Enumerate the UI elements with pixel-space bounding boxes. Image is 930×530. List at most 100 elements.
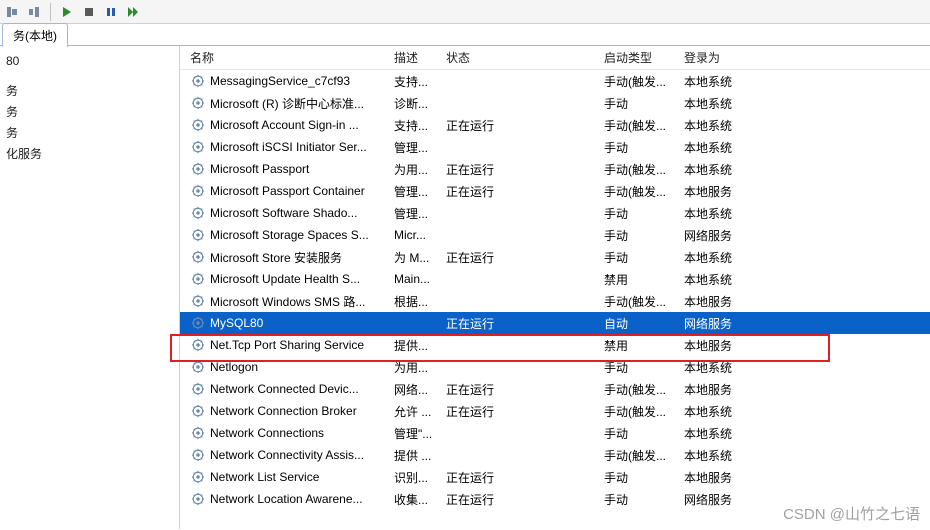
cell-logon: 本地系统 — [684, 161, 774, 178]
cell-startup: 手动(触发... — [604, 403, 684, 420]
cell-name: Microsoft Storage Spaces S... — [210, 228, 394, 242]
content-panel: 名称 描述 状态 启动类型 登录为 MessagingService_c7cf9… — [180, 46, 930, 529]
service-row[interactable]: Network Connected Devic...网络...正在运行手动(触发… — [180, 378, 930, 400]
cell-logon: 本地系统 — [684, 359, 774, 376]
cell-desc: 允许 ... — [394, 403, 446, 420]
cell-startup: 自动 — [604, 315, 684, 332]
gear-icon — [190, 315, 206, 331]
sidebar: 80 务 务 务 化服务 — [0, 46, 180, 529]
cell-state: 正在运行 — [446, 161, 604, 178]
cell-desc: 为用... — [394, 161, 446, 178]
cell-logon: 本地系统 — [684, 139, 774, 156]
toolbar-btn-2[interactable] — [26, 4, 42, 20]
cell-startup: 手动 — [604, 469, 684, 486]
cell-desc: 管理... — [394, 205, 446, 222]
cell-name: Network List Service — [210, 470, 394, 484]
cell-desc: 提供 ... — [394, 447, 446, 464]
cell-logon: 本地服务 — [684, 183, 774, 200]
sidebar-header: 80 — [2, 50, 179, 72]
cell-state: 正在运行 — [446, 117, 604, 134]
cell-logon: 网络服务 — [684, 227, 774, 244]
cell-startup: 手动 — [604, 491, 684, 508]
stop-icon[interactable] — [81, 4, 97, 20]
service-row[interactable]: Microsoft Passport为用...正在运行手动(触发...本地系统 — [180, 158, 930, 180]
cell-logon: 网络服务 — [684, 491, 774, 508]
gear-icon — [190, 117, 206, 133]
cell-desc: 诊断... — [394, 95, 446, 112]
main-area: 80 务 务 务 化服务 名称 描述 状态 启动类型 登录为 Messaging… — [0, 46, 930, 529]
cell-name: Network Connected Devic... — [210, 382, 394, 396]
sidebar-item-2[interactable]: 务 — [2, 122, 179, 143]
cell-state: 正在运行 — [446, 381, 604, 398]
service-row[interactable]: Network Connections管理"... 手动本地系统 — [180, 422, 930, 444]
service-row[interactable]: Microsoft Store 安装服务为 M...正在运行手动本地系统 — [180, 246, 930, 268]
service-row[interactable]: Microsoft (R) 诊断中心标准...诊断...手动本地系统 — [180, 92, 930, 114]
cell-desc: 收集... — [394, 491, 446, 508]
gear-icon — [190, 73, 206, 89]
service-row[interactable]: Network Location Awarene...收集...正在运行手动网络… — [180, 488, 930, 510]
cell-startup: 手动(触发... — [604, 161, 684, 178]
cell-startup: 手动 — [604, 359, 684, 376]
cell-name: Network Connectivity Assis... — [210, 448, 394, 462]
service-row[interactable]: Microsoft Passport Container管理...正在运行手动(… — [180, 180, 930, 202]
service-row[interactable]: Microsoft Windows SMS 路...根据...手动(触发...本… — [180, 290, 930, 312]
toolbar-btn-1[interactable] — [4, 4, 20, 20]
gear-icon — [190, 227, 206, 243]
gear-icon — [190, 403, 206, 419]
sidebar-item-0[interactable]: 务 — [2, 80, 179, 101]
col-header-desc[interactable]: 描述 — [394, 49, 446, 66]
service-row[interactable]: Microsoft Update Health S...Main...禁用本地系… — [180, 268, 930, 290]
service-row[interactable]: MySQL80正在运行自动网络服务 — [180, 312, 930, 334]
cell-startup: 手动 — [604, 425, 684, 442]
cell-startup: 手动(触发... — [604, 117, 684, 134]
cell-logon: 本地系统 — [684, 447, 774, 464]
gear-icon — [190, 95, 206, 111]
service-row[interactable]: Microsoft Storage Spaces S...Micr...手动网络… — [180, 224, 930, 246]
cell-name: Microsoft Passport Container — [210, 184, 394, 198]
cell-startup: 手动 — [604, 205, 684, 222]
service-row[interactable]: Net.Tcp Port Sharing Service提供...禁用本地服务 — [180, 334, 930, 356]
cell-logon: 本地系统 — [684, 425, 774, 442]
col-header-name[interactable]: 名称 — [190, 49, 394, 66]
service-row[interactable]: Netlogon为用... 手动本地系统 — [180, 356, 930, 378]
col-header-logon[interactable]: 登录为 — [684, 49, 774, 66]
col-header-state[interactable]: 状态 — [446, 49, 604, 66]
service-row[interactable]: Network Connectivity Assis...提供 ... 手动(触发… — [180, 444, 930, 466]
play-icon[interactable] — [59, 4, 75, 20]
cell-startup: 手动(触发... — [604, 447, 684, 464]
cell-name: Microsoft Software Shado... — [210, 206, 394, 220]
gear-icon — [190, 337, 206, 353]
cell-startup: 手动 — [604, 139, 684, 156]
cell-desc: 管理"... — [394, 425, 446, 442]
service-row[interactable]: MessagingService_c7cf93支持...手动(触发...本地系统 — [180, 70, 930, 92]
cell-name: Network Connections — [210, 426, 394, 440]
cell-state: 正在运行 — [446, 249, 604, 266]
cell-state: 正在运行 — [446, 491, 604, 508]
service-list: MessagingService_c7cf93支持...手动(触发...本地系统… — [180, 70, 930, 510]
cell-state: 正在运行 — [446, 403, 604, 420]
cell-startup: 手动 — [604, 249, 684, 266]
tab-services-local[interactable]: 务(本地) — [2, 23, 68, 47]
service-row[interactable]: Microsoft Software Shado...管理...手动本地系统 — [180, 202, 930, 224]
toolbar — [0, 0, 930, 24]
cell-name: Netlogon — [210, 360, 394, 374]
cell-name: Microsoft iSCSI Initiator Ser... — [210, 140, 394, 154]
sidebar-item-1[interactable]: 务 — [2, 101, 179, 122]
cell-name: Microsoft (R) 诊断中心标准... — [210, 95, 394, 112]
service-row[interactable]: Network Connection Broker允许 ...正在运行手动(触发… — [180, 400, 930, 422]
service-row[interactable]: Network List Service识别...正在运行手动本地服务 — [180, 466, 930, 488]
gear-icon — [190, 183, 206, 199]
cell-desc: 识别... — [394, 469, 446, 486]
service-row[interactable]: Microsoft iSCSI Initiator Ser...管理...手动本… — [180, 136, 930, 158]
service-row[interactable]: Microsoft Account Sign-in ...支持...正在运行手动… — [180, 114, 930, 136]
gear-icon — [190, 359, 206, 375]
cell-startup: 手动 — [604, 227, 684, 244]
cell-desc: 为用... — [394, 359, 446, 376]
cell-logon: 本地系统 — [684, 271, 774, 288]
cell-logon: 网络服务 — [684, 315, 774, 332]
sidebar-item-3[interactable]: 化服务 — [2, 143, 179, 164]
column-headers: 名称 描述 状态 启动类型 登录为 — [180, 46, 930, 70]
col-header-startup[interactable]: 启动类型 — [604, 49, 684, 66]
pause-icon[interactable] — [103, 4, 119, 20]
restart-icon[interactable] — [125, 4, 141, 20]
